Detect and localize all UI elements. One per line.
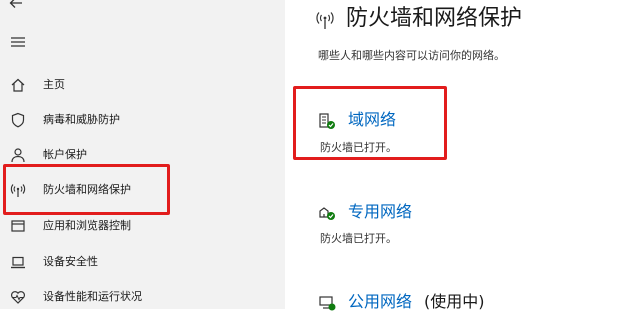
- shield-icon: [10, 112, 26, 128]
- private-network-status: 防火墙已打开。: [320, 232, 397, 245]
- page-title: 防火墙和网络保护: [346, 6, 523, 31]
- private-network-icon: [318, 203, 336, 221]
- heart-icon: [10, 289, 26, 305]
- highlight-box-firewall: [3, 164, 170, 215]
- back-arrow-icon[interactable]: [8, 0, 24, 11]
- page-subtitle: 哪些人和哪些内容可以访问你的网络。: [318, 49, 505, 62]
- sidebar-item-label: 设备安全性: [43, 255, 98, 268]
- app-window-icon: [10, 218, 26, 234]
- sidebar-item-home[interactable]: 主页: [0, 70, 285, 100]
- sidebar-item-device-security[interactable]: 设备安全性: [0, 247, 285, 277]
- public-network-link[interactable]: 公用网络: [348, 291, 412, 313]
- sidebar: 主页 病毒和威胁防护 帐户保护 防火墙和网络保护 应用和浏览器控制 设备安全性: [0, 0, 285, 309]
- sidebar-item-label: 设备性能和运行状况: [43, 290, 142, 303]
- private-network-link[interactable]: 专用网络: [348, 201, 412, 223]
- sidebar-item-label: 帐户保护: [43, 148, 87, 161]
- public-network-icon: [318, 294, 336, 312]
- sidebar-item-device-performance[interactable]: 设备性能和运行状况: [0, 282, 285, 312]
- sidebar-item-label: 病毒和威胁防护: [43, 113, 120, 126]
- laptop-icon: [10, 254, 26, 270]
- sidebar-item-label: 应用和浏览器控制: [43, 219, 131, 232]
- public-network-in-use-label: (使用中): [424, 292, 485, 311]
- sidebar-item-app-browser-control[interactable]: 应用和浏览器控制: [0, 211, 285, 241]
- home-icon: [10, 77, 26, 93]
- antenna-icon: [316, 10, 334, 30]
- sidebar-item-label: 主页: [43, 78, 65, 91]
- person-icon: [10, 147, 26, 163]
- sidebar-item-virus-protection[interactable]: 病毒和威胁防护: [0, 105, 285, 135]
- highlight-box-domain-network: [293, 86, 447, 160]
- hamburger-menu-icon[interactable]: [10, 36, 26, 48]
